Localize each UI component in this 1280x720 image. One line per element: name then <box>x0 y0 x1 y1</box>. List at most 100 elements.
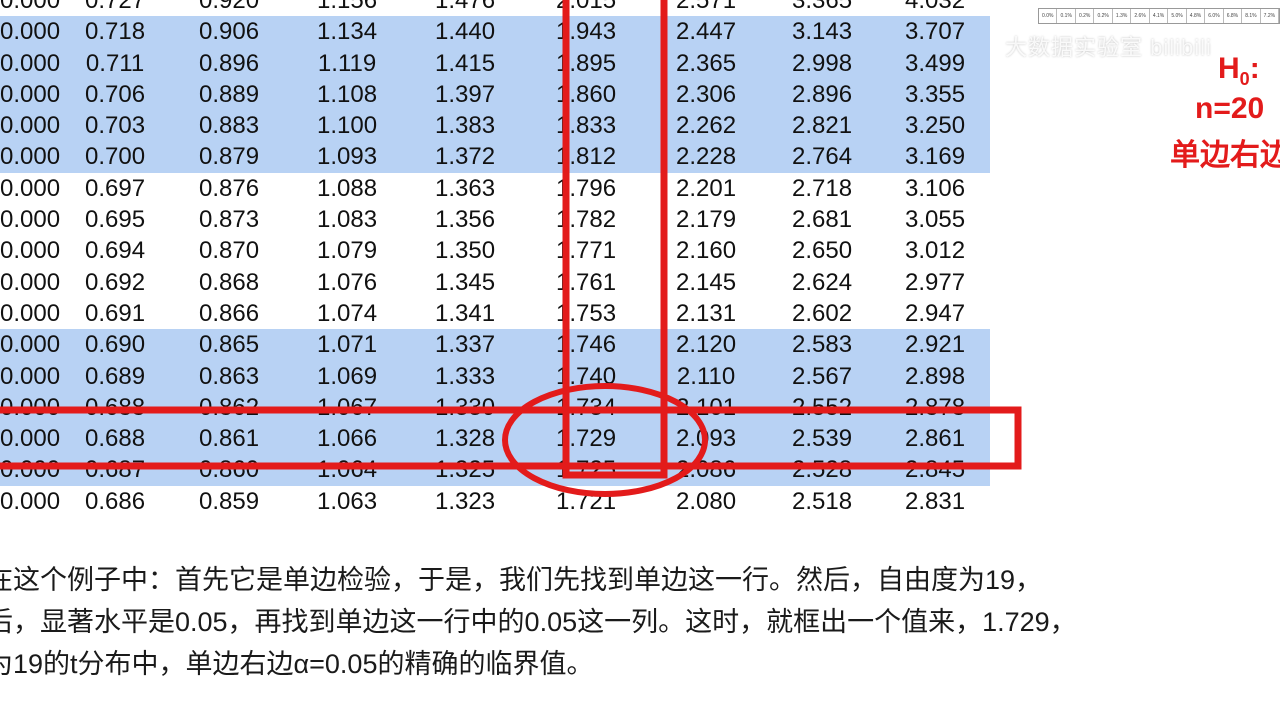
table-row: 0.000 0.690 0.865 1.071 1.337 1.746 2.120 2.583… <box>0 329 991 361</box>
table-cell: 0.711 <box>60 47 171 79</box>
table-cell: 0.863 <box>170 360 289 392</box>
table-cell: 2.878 <box>880 391 991 424</box>
table-cell: 1.337 <box>406 329 525 361</box>
subtitle-caption: 在这个例子中：首先它是单边检验，于是，我们先找到单边这一行。然后，自由度为19，… <box>0 552 1280 692</box>
table-cell: 1.156 <box>288 0 407 17</box>
table-cell: 1.064 <box>288 454 407 486</box>
h0-colon: : <box>1249 52 1260 85</box>
table-cell: 2.201 <box>648 172 765 205</box>
table-cell: 3.012 <box>880 235 991 267</box>
table-cell: 2.145 <box>648 266 765 298</box>
table-cell: 3.169 <box>880 141 991 173</box>
table-cell: 1.083 <box>288 204 407 236</box>
t-distribution-table: 0.000 0.727 0.920 1.156 1.476 2.015 2.571 3.365… <box>0 0 1020 530</box>
table-row: 0.000 0.700 0.879 1.093 1.372 1.812 2.228 2.764… <box>0 141 991 173</box>
table-cell: 1.074 <box>288 297 407 330</box>
table-cell: 1.812 <box>524 141 649 173</box>
table-cell: 0.000 <box>0 485 61 518</box>
table-cell: 0.860 <box>170 454 289 486</box>
table-row: 0.000 0.691 0.866 1.074 1.341 1.753 2.131 2.602… <box>0 297 991 330</box>
table-cell: 3.355 <box>880 78 991 111</box>
watermark: 大数据实验室 bilibili <box>1005 35 1212 60</box>
critical-value-table: 0.000 0.727 0.920 1.156 1.476 2.015 2.571 3.365… <box>0 0 991 518</box>
h0-subscript: 0 <box>1239 69 1250 89</box>
table-cell: 0.859 <box>170 485 289 518</box>
table-row: 0.000 0.687 0.860 1.064 1.325 1.725 2.086 2.528… <box>0 454 991 486</box>
table-cell: 1.063 <box>288 485 407 518</box>
table-cell: 1.356 <box>406 204 525 236</box>
table-cell: 0.695 <box>60 204 171 236</box>
table-cell: 0.868 <box>170 266 289 298</box>
table-cell: 0.688 <box>60 391 171 424</box>
table-cell: 2.571 <box>648 0 765 17</box>
table-cell: 2.977 <box>880 266 991 298</box>
table-cell: 2.921 <box>880 329 991 361</box>
table-cell: 1.734 <box>524 391 649 424</box>
table-cell: 1.079 <box>288 235 407 267</box>
table-cell: 0.689 <box>60 360 171 392</box>
table-cell: 0.861 <box>170 423 289 455</box>
table-row: 0.000 0.706 0.889 1.108 1.397 1.860 2.306 2.896… <box>0 78 991 111</box>
table-cell: 1.729 <box>524 423 649 455</box>
table-cell: 1.330 <box>406 391 525 424</box>
table-cell: 2.131 <box>648 297 765 330</box>
table-row: 0.000 0.703 0.883 1.100 1.383 1.833 2.262 2.821… <box>0 110 991 142</box>
table-cell: 0.000 <box>0 297 61 330</box>
table-cell: 0.866 <box>170 297 289 330</box>
table-cell: 0.865 <box>170 329 289 361</box>
table-cell: 2.528 <box>764 454 881 486</box>
table-cell: 2.365 <box>648 47 765 79</box>
table-cell: 0.706 <box>60 78 171 111</box>
table-cell: 0.870 <box>170 235 289 267</box>
thumbnail-cell: 2.6% <box>1131 9 1150 23</box>
table-cell: 1.100 <box>288 110 407 142</box>
table-cell: 2.567 <box>764 360 881 392</box>
table-cell: 1.895 <box>524 47 649 79</box>
table-cell: 3.499 <box>880 47 991 79</box>
table-cell: 1.350 <box>406 235 525 267</box>
table-cell: 1.740 <box>524 360 649 392</box>
table-cell: 2.845 <box>880 454 991 486</box>
thumbnail-cell: 0.0% <box>1039 9 1058 23</box>
table-cell: 1.753 <box>524 297 649 330</box>
table-cell: 0.000 <box>0 360 61 392</box>
table-cell: 2.539 <box>764 423 881 455</box>
table-cell: 1.108 <box>288 78 407 111</box>
thumbnail-cell: 4.8% <box>1187 9 1206 23</box>
table-cell: 2.624 <box>764 266 881 298</box>
table-cell: 1.833 <box>524 110 649 142</box>
table-cell: 0.727 <box>60 0 171 17</box>
table-row: 0.000 0.688 0.862 1.067 1.330 1.734 2.101 2.552… <box>0 391 991 424</box>
thumbnail-cell: 4.1% <box>1150 9 1169 23</box>
table-cell: 3.250 <box>880 110 991 142</box>
table-cell: 0.718 <box>60 16 171 48</box>
caption-line-2: 后，显著水平是0.05，再找到单边这一行中的0.05这一列。这时，就框出一个值来… <box>0 607 1077 637</box>
thumbnail-cell: 8.1% <box>1242 9 1261 23</box>
table-row: 0.000 0.695 0.873 1.083 1.356 1.782 2.179 2.681… <box>0 204 991 236</box>
table-cell: 3.365 <box>764 0 881 17</box>
table-cell: 2.447 <box>648 16 765 48</box>
table-cell: 0.703 <box>60 110 171 142</box>
table-cell: 1.093 <box>288 141 407 173</box>
table-cell: 1.069 <box>288 360 407 392</box>
thumbnail-cell: 0.2% <box>1094 9 1113 23</box>
table-cell: 0.920 <box>170 0 289 17</box>
table-cell: 1.323 <box>406 485 525 518</box>
table-cell: 1.345 <box>406 266 525 298</box>
table-cell: 2.093 <box>648 423 765 455</box>
table-cell: 0.690 <box>60 329 171 361</box>
table-cell: 0.000 <box>0 454 61 486</box>
table-cell: 0.862 <box>170 391 289 424</box>
table-cell: 1.860 <box>524 78 649 111</box>
table-cell: 0.691 <box>60 297 171 330</box>
table-cell: 0.000 <box>0 110 61 142</box>
table-cell: 2.015 <box>524 0 649 17</box>
table-cell: 1.333 <box>406 360 525 392</box>
thumbnail-table: 0.0% 0.1% 0.2% 0.2% 1.3% 2.6% 4.1% 5.0% 4.8% 6.0%… <box>1038 8 1280 24</box>
table-cell: 0.879 <box>170 141 289 173</box>
table-cell: 1.325 <box>406 454 525 486</box>
table-cell: 2.650 <box>764 235 881 267</box>
table-cell: 1.067 <box>288 391 407 424</box>
table-row: 0.000 0.727 0.920 1.156 1.476 2.015 2.571 3.365… <box>0 0 991 17</box>
table-cell: 3.106 <box>880 172 991 205</box>
